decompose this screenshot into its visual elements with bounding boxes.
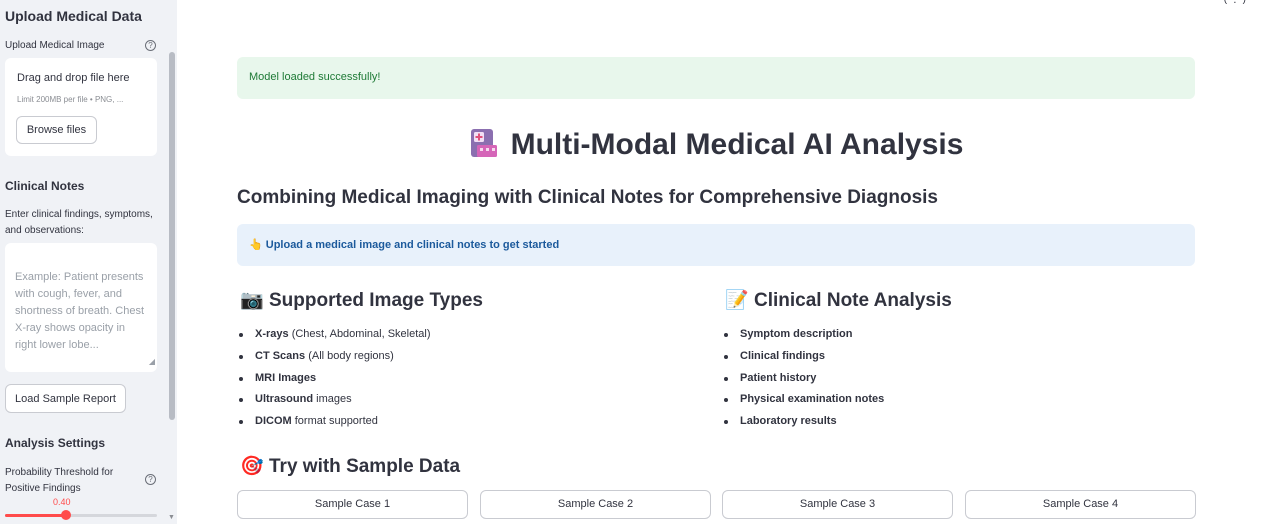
page-title-text: Multi-Modal Medical AI Analysis — [510, 128, 964, 161]
note-analysis-list: Symptom description Clinical findings Pa… — [722, 324, 884, 433]
list-item: X-rays (Chest, Abdominal, Skeletal) — [237, 324, 431, 346]
dropzone-title: Drag and drop file here — [17, 72, 130, 84]
dropzone-limit: Limit 200MB per file • PNG, ... — [17, 95, 124, 104]
analysis-settings-heading: Analysis Settings — [5, 436, 106, 450]
list-item: Physical examination notes — [722, 389, 884, 411]
image-types-heading: 📷 Supported Image Types — [240, 288, 483, 312]
load-sample-report-button[interactable]: Load Sample Report — [5, 384, 126, 413]
sample-case-2-button[interactable]: Sample Case 2 — [480, 490, 711, 519]
image-types-list: X-rays (Chest, Abdominal, Skeletal) CT S… — [237, 324, 431, 433]
upload-heading: Upload Medical Data — [5, 8, 142, 24]
sample-data-heading: 🎯 Try with Sample Data — [240, 454, 460, 478]
file-dropzone[interactable]: Drag and drop file here Limit 200MB per … — [5, 58, 157, 156]
list-item: CT Scans (All body regions) — [237, 346, 431, 368]
sample-case-4-button[interactable]: Sample Case 4 — [965, 490, 1196, 519]
upload-help-icon[interactable]: ? — [145, 40, 156, 51]
note-analysis-heading: 📝 Clinical Note Analysis — [725, 288, 952, 312]
threshold-help-icon[interactable]: ? — [145, 474, 156, 485]
clinical-notes-placeholder: Example: Patient presents with cough, fe… — [15, 271, 145, 351]
threshold-value: 0.40 — [53, 497, 71, 507]
clinical-notes-textarea[interactable]: Example: Patient presents with cough, fe… — [5, 243, 157, 372]
list-item: Laboratory results — [722, 411, 884, 433]
list-item: Patient history — [722, 368, 884, 390]
memo-icon: 📝 — [725, 290, 749, 311]
sample-data-heading-text: Try with Sample Data — [269, 456, 461, 477]
list-item: Symptom description — [722, 324, 884, 346]
camera-icon: 📷 — [240, 290, 264, 311]
target-icon: 🎯 — [240, 456, 264, 477]
page-subtitle: Combining Medical Imaging with Clinical … — [237, 187, 938, 208]
clinical-notes-label: Enter clinical findings, symptoms, and o… — [5, 209, 153, 236]
threshold-label: Probability Threshold for Positive Findi… — [5, 467, 114, 494]
sample-case-1-button[interactable]: Sample Case 1 — [237, 490, 468, 519]
clinical-notes-heading: Clinical Notes — [5, 179, 85, 193]
sample-case-3-button[interactable]: Sample Case 3 — [722, 490, 953, 519]
upload-image-label: Upload Medical Image — [5, 40, 105, 51]
threshold-slider-fill — [5, 514, 66, 517]
browse-files-button[interactable]: Browse files — [16, 116, 97, 144]
scroll-down-icon[interactable]: ▼ — [168, 514, 175, 521]
sidebar-scrollbar[interactable] — [169, 52, 175, 420]
resize-handle-icon[interactable]: ◢ — [149, 353, 155, 370]
sidebar: Upload Medical Data Upload Medical Image… — [0, 0, 177, 524]
threshold-slider-thumb[interactable] — [60, 510, 71, 520]
success-alert: Model loaded successfully! — [237, 57, 1195, 99]
list-item: Ultrasound images — [237, 389, 431, 411]
more-options-icon[interactable]: ( ⋮ ) — [1224, 0, 1246, 5]
info-alert: 👆 Upload a medical image and clinical no… — [237, 224, 1195, 266]
page-title: Multi-Modal Medical AI Analysis — [237, 127, 1195, 162]
list-item: MRI Images — [237, 368, 431, 390]
hospital-icon — [470, 129, 497, 157]
image-types-heading-text: Supported Image Types — [269, 290, 483, 311]
list-item: Clinical findings — [722, 346, 884, 368]
list-item: DICOM format supported — [237, 411, 431, 433]
threshold-slider[interactable] — [5, 510, 157, 520]
note-analysis-heading-text: Clinical Note Analysis — [754, 290, 952, 311]
